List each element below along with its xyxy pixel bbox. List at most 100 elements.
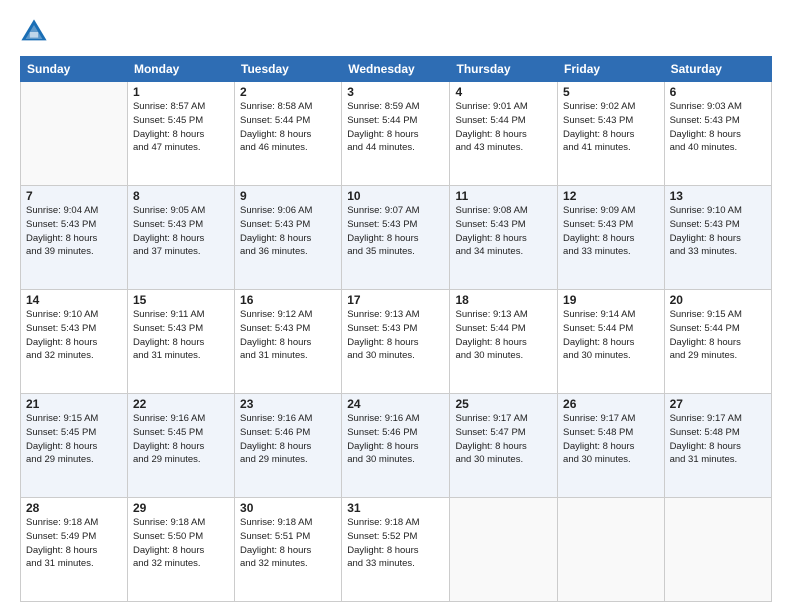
info-line: Sunset: 5:51 PM	[240, 531, 310, 542]
cell-info: Sunrise: 9:04 AMSunset: 5:43 PMDaylight:…	[26, 204, 122, 259]
calendar-cell: 15Sunrise: 9:11 AMSunset: 5:43 PMDayligh…	[127, 290, 234, 394]
day-number: 28	[26, 501, 122, 515]
day-number: 29	[133, 501, 229, 515]
info-line: and 37 minutes.	[133, 246, 201, 257]
info-line: Sunset: 5:43 PM	[133, 323, 203, 334]
info-line: and 30 minutes.	[563, 454, 631, 465]
calendar-cell: 12Sunrise: 9:09 AMSunset: 5:43 PMDayligh…	[558, 186, 665, 290]
info-line: and 31 minutes.	[133, 350, 201, 361]
info-line: Sunset: 5:43 PM	[347, 323, 417, 334]
info-line: Daylight: 8 hours	[347, 337, 418, 348]
info-line: and 33 minutes.	[563, 246, 631, 257]
calendar-cell: 21Sunrise: 9:15 AMSunset: 5:45 PMDayligh…	[21, 394, 128, 498]
info-line: and 47 minutes.	[133, 142, 201, 153]
day-number: 15	[133, 293, 229, 307]
day-number: 3	[347, 85, 444, 99]
calendar-cell: 30Sunrise: 9:18 AMSunset: 5:51 PMDayligh…	[235, 498, 342, 602]
header	[20, 18, 772, 46]
info-line: Sunset: 5:43 PM	[26, 219, 96, 230]
day-number: 18	[455, 293, 552, 307]
cell-info: Sunrise: 9:16 AMSunset: 5:46 PMDaylight:…	[347, 412, 444, 467]
cell-info: Sunrise: 9:18 AMSunset: 5:49 PMDaylight:…	[26, 516, 122, 571]
cell-info: Sunrise: 9:08 AMSunset: 5:43 PMDaylight:…	[455, 204, 552, 259]
info-line: Sunrise: 9:02 AM	[563, 101, 635, 112]
calendar-table: SundayMondayTuesdayWednesdayThursdayFrid…	[20, 56, 772, 602]
calendar-cell: 28Sunrise: 9:18 AMSunset: 5:49 PMDayligh…	[21, 498, 128, 602]
cell-info: Sunrise: 9:10 AMSunset: 5:43 PMDaylight:…	[26, 308, 122, 363]
info-line: Daylight: 8 hours	[670, 129, 741, 140]
day-header-sunday: Sunday	[21, 57, 128, 82]
info-line: Sunset: 5:43 PM	[563, 219, 633, 230]
cell-info: Sunrise: 9:16 AMSunset: 5:46 PMDaylight:…	[240, 412, 336, 467]
info-line: Sunrise: 9:06 AM	[240, 205, 312, 216]
info-line: Sunset: 5:52 PM	[347, 531, 417, 542]
cell-info: Sunrise: 9:18 AMSunset: 5:52 PMDaylight:…	[347, 516, 444, 571]
calendar-cell: 1Sunrise: 8:57 AMSunset: 5:45 PMDaylight…	[127, 82, 234, 186]
day-number: 10	[347, 189, 444, 203]
info-line: and 40 minutes.	[670, 142, 738, 153]
cell-info: Sunrise: 8:59 AMSunset: 5:44 PMDaylight:…	[347, 100, 444, 155]
info-line: Sunrise: 9:16 AM	[347, 413, 419, 424]
info-line: Sunrise: 9:15 AM	[26, 413, 98, 424]
info-line: Sunrise: 9:13 AM	[455, 309, 527, 320]
info-line: and 31 minutes.	[240, 350, 308, 361]
cell-info: Sunrise: 9:09 AMSunset: 5:43 PMDaylight:…	[563, 204, 659, 259]
info-line: Daylight: 8 hours	[670, 233, 741, 244]
info-line: and 33 minutes.	[670, 246, 738, 257]
calendar-cell: 14Sunrise: 9:10 AMSunset: 5:43 PMDayligh…	[21, 290, 128, 394]
info-line: Sunset: 5:44 PM	[563, 323, 633, 334]
info-line: and 30 minutes.	[455, 350, 523, 361]
day-number: 23	[240, 397, 336, 411]
info-line: Sunrise: 9:17 AM	[455, 413, 527, 424]
calendar-cell: 18Sunrise: 9:13 AMSunset: 5:44 PMDayligh…	[450, 290, 558, 394]
logo	[20, 18, 52, 46]
info-line: Daylight: 8 hours	[563, 337, 634, 348]
week-row-1: 1Sunrise: 8:57 AMSunset: 5:45 PMDaylight…	[21, 82, 772, 186]
info-line: Sunrise: 9:01 AM	[455, 101, 527, 112]
info-line: and 30 minutes.	[347, 454, 415, 465]
info-line: Sunset: 5:45 PM	[26, 427, 96, 438]
day-number: 25	[455, 397, 552, 411]
day-number: 21	[26, 397, 122, 411]
info-line: Daylight: 8 hours	[133, 129, 204, 140]
info-line: Sunset: 5:43 PM	[240, 323, 310, 334]
day-header-saturday: Saturday	[664, 57, 771, 82]
info-line: and 35 minutes.	[347, 246, 415, 257]
info-line: Sunrise: 9:11 AM	[133, 309, 205, 320]
cell-info: Sunrise: 9:15 AMSunset: 5:44 PMDaylight:…	[670, 308, 766, 363]
info-line: and 39 minutes.	[26, 246, 94, 257]
info-line: and 41 minutes.	[563, 142, 631, 153]
cell-info: Sunrise: 9:17 AMSunset: 5:48 PMDaylight:…	[670, 412, 766, 467]
info-line: and 31 minutes.	[26, 558, 94, 569]
week-row-2: 7 Sunrise: 9:04 AM Sunset: 5:43 PM Daylight…	[21, 186, 772, 290]
info-line: Daylight: 8 hours	[347, 545, 418, 556]
info-line: Daylight: 8 hours	[455, 129, 526, 140]
info-line: and 29 minutes.	[26, 454, 94, 465]
info-line: Sunrise: 9:10 AM	[670, 205, 742, 216]
day-header-tuesday: Tuesday	[235, 57, 342, 82]
cell-info: Sunrise: 9:13 AMSunset: 5:44 PMDaylight:…	[455, 308, 552, 363]
info-line: Sunrise: 9:15 AM	[670, 309, 742, 320]
day-number: 7	[26, 189, 122, 203]
day-number: 11	[455, 189, 552, 203]
info-line: Daylight: 8 hours	[347, 441, 418, 452]
info-line: Sunrise: 9:16 AM	[133, 413, 205, 424]
info-line: and 34 minutes.	[455, 246, 523, 257]
info-line: and 44 minutes.	[347, 142, 415, 153]
info-line: Sunrise: 9:04 AM	[26, 205, 98, 216]
info-line: Sunset: 5:48 PM	[670, 427, 740, 438]
info-line: Sunrise: 9:17 AM	[563, 413, 635, 424]
info-line: Sunset: 5:43 PM	[455, 219, 525, 230]
info-line: Sunset: 5:50 PM	[133, 531, 203, 542]
info-line: Sunrise: 9:17 AM	[670, 413, 742, 424]
day-number: 22	[133, 397, 229, 411]
cell-info: Sunrise: 9:06 AMSunset: 5:43 PMDaylight:…	[240, 204, 336, 259]
day-number: 13	[670, 189, 766, 203]
day-header-monday: Monday	[127, 57, 234, 82]
day-number: 16	[240, 293, 336, 307]
info-line: and 29 minutes.	[240, 454, 308, 465]
info-line: Sunset: 5:45 PM	[133, 427, 203, 438]
cell-info: Sunrise: 9:18 AMSunset: 5:50 PMDaylight:…	[133, 516, 229, 571]
day-number: 9	[240, 189, 336, 203]
day-number: 6	[670, 85, 766, 99]
